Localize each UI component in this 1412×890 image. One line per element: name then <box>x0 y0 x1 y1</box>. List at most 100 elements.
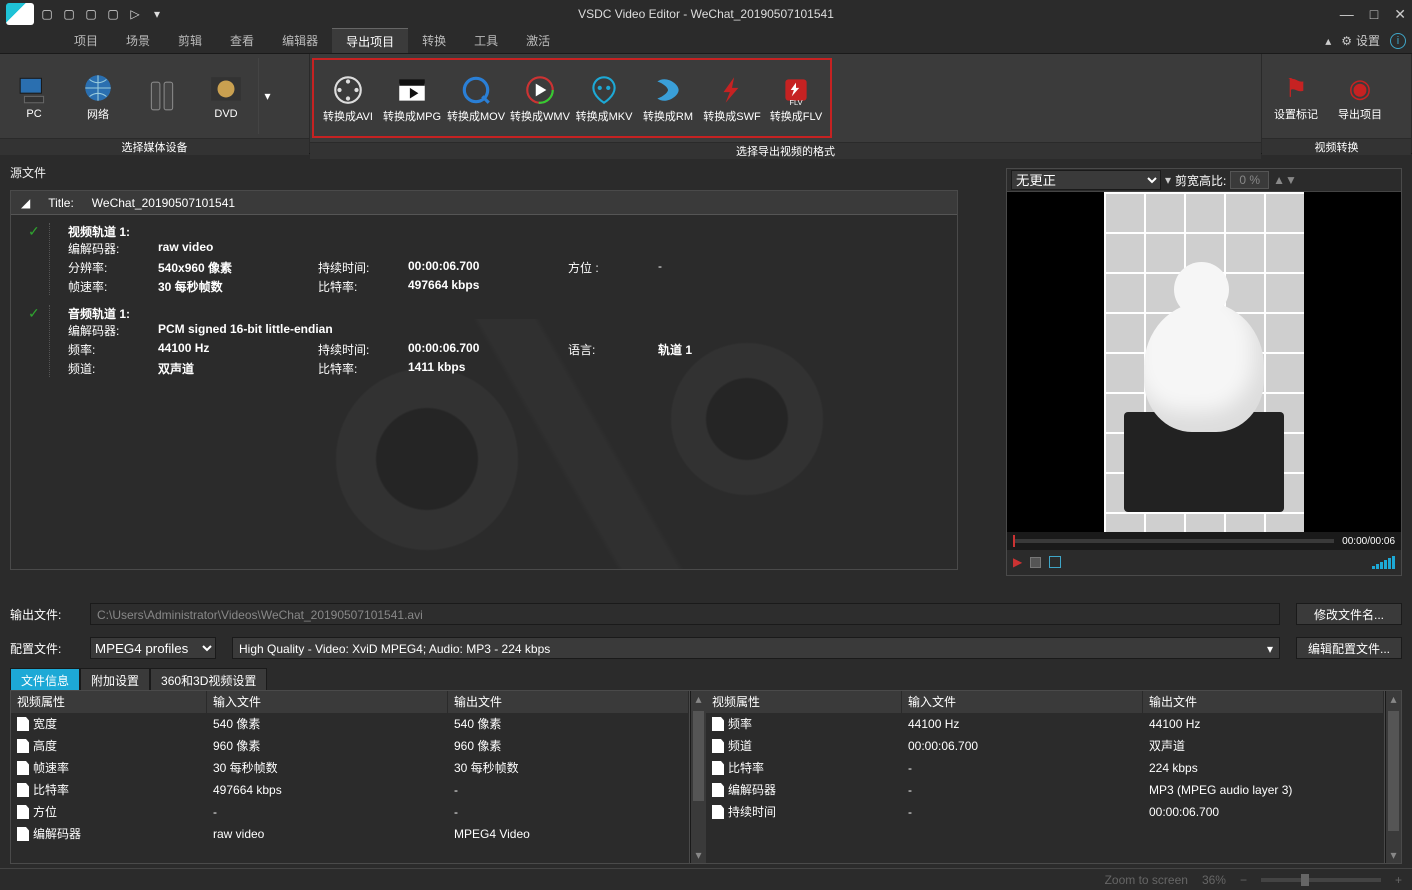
export-icon[interactable]: ▢ <box>106 7 120 21</box>
menu-convert[interactable]: 转换 <box>408 28 460 53</box>
open-icon[interactable]: ▢ <box>62 7 76 21</box>
scrollbar[interactable]: ▴▾ <box>690 691 706 863</box>
page-icon <box>17 805 29 819</box>
output-file-label: 输出文件: <box>10 606 74 623</box>
time-display: 00:00/00:06 <box>1342 536 1395 547</box>
output-config: 输出文件: C:\Users\Administrator\Videos\WeCh… <box>10 600 1402 668</box>
tab-fileinfo[interactable]: 文件信息 <box>10 668 80 692</box>
page-icon <box>712 783 724 797</box>
chevron-up-icon[interactable]: ▴ <box>1325 28 1331 54</box>
format-mpg-button[interactable]: 转换成MPG <box>380 60 444 136</box>
new-icon[interactable]: ▢ <box>40 7 54 21</box>
page-icon <box>712 739 724 753</box>
collapse-icon[interactable]: ◢ <box>21 196 30 210</box>
zoom-value: 36% <box>1202 873 1226 887</box>
tab-3d[interactable]: 360和3D视频设置 <box>150 668 267 692</box>
format-swf-button[interactable]: 转换成SWF <box>700 60 764 136</box>
page-icon <box>17 783 29 797</box>
rename-button[interactable]: 修改文件名... <box>1296 603 1402 625</box>
device-more-dropdown[interactable]: ▾ <box>258 58 276 134</box>
preview-panel: 无更正 ▾ 剪宽高比: 0 % ▲▼ 00:00/00:06 ▶ <box>1006 168 1402 576</box>
wmv-icon <box>520 72 560 108</box>
app-logo-icon <box>6 3 34 25</box>
page-icon <box>17 761 29 775</box>
pc-icon <box>14 72 54 108</box>
format-flv-button[interactable]: FLV转换成FLV <box>764 60 828 136</box>
volume-icon[interactable] <box>1372 556 1395 569</box>
minimize-button[interactable]: — <box>1340 6 1354 23</box>
phone-icon <box>142 78 182 114</box>
ratio-value[interactable]: 0 % <box>1230 171 1269 189</box>
format-wmv-button[interactable]: 转换成WMV <box>508 60 572 136</box>
correction-select[interactable]: 无更正 <box>1011 170 1161 190</box>
source-title-row[interactable]: ◢ Title: WeChat_20190507101541 <box>11 191 957 215</box>
page-icon <box>17 827 29 841</box>
info-tabs: 文件信息 附加设置 360和3D视频设置 <box>10 668 1402 692</box>
device-dvd-button[interactable]: DVD <box>194 58 258 134</box>
format-rm-button[interactable]: 转换成RM <box>636 60 700 136</box>
table-row: 编解码器-MP3 (MPEG audio layer 3) <box>706 779 1384 801</box>
play-icon[interactable]: ▷ <box>128 7 142 21</box>
table-row: 高度960 像素960 像素 <box>11 735 689 757</box>
edit-profile-button[interactable]: 编辑配置文件... <box>1296 637 1402 659</box>
flv-icon: FLV <box>776 72 816 108</box>
chevron-down-icon[interactable]: ▾ <box>1165 173 1171 187</box>
col-output: 输出文件 <box>448 691 689 713</box>
scrollbar[interactable]: ▴▾ <box>1385 691 1401 863</box>
audio-track-head: 音频轨道 1: <box>68 307 130 321</box>
output-path-field[interactable]: C:\Users\Administrator\Videos\WeChat_201… <box>90 603 1280 625</box>
device-pc-button[interactable]: PC <box>2 58 66 134</box>
check-icon: ✓ <box>28 305 40 322</box>
col-input: 输入文件 <box>902 691 1143 713</box>
maximize-button[interactable]: □ <box>1370 6 1378 23</box>
device-web-button[interactable]: 网络 <box>66 58 130 134</box>
settings-button[interactable]: 设置 <box>1341 28 1380 54</box>
zoom-slider[interactable] <box>1261 878 1381 882</box>
statusbar: Zoom to screen 36% − + <box>0 868 1412 890</box>
profile-select[interactable]: MPEG4 profiles <box>90 637 216 659</box>
menu-clip[interactable]: 剪辑 <box>164 28 216 53</box>
quality-select[interactable]: High Quality - Video: XviD MPEG4; Audio:… <box>232 637 1280 659</box>
menu-project[interactable]: 项目 <box>60 28 112 53</box>
menu-editor[interactable]: 编辑器 <box>268 28 332 53</box>
chevron-down-icon[interactable]: ▾ <box>150 7 164 21</box>
menu-scene[interactable]: 场景 <box>112 28 164 53</box>
preview-viewport[interactable] <box>1007 192 1401 532</box>
stepper-icon[interactable]: ▲▼ <box>1273 173 1297 187</box>
zoom-in-icon[interactable]: + <box>1395 873 1402 887</box>
close-button[interactable]: ✕ <box>1394 6 1406 23</box>
preview-timeline[interactable]: 00:00/00:06 <box>1007 532 1401 549</box>
format-mkv-button[interactable]: 转换成MKV <box>572 60 636 136</box>
col-input: 输入文件 <box>207 691 448 713</box>
table-row: 频道00:00:06.700双声道 <box>706 735 1384 757</box>
menu-activate[interactable]: 激活 <box>512 28 564 53</box>
real-icon <box>648 72 688 108</box>
source-area: ◢ Title: WeChat_20190507101541 ✓ 视频轨道 1:… <box>10 190 958 570</box>
config-file-label: 配置文件: <box>10 640 74 657</box>
table-row: 编解码器raw videoMPEG4 Video <box>11 823 689 845</box>
table-row: 比特率497664 kbps- <box>11 779 689 801</box>
video-track-head: 视频轨道 1: <box>68 225 130 239</box>
fullscreen-button[interactable] <box>1049 556 1061 568</box>
info-grid: 视频属性 输入文件 输出文件 宽度540 像素540 像素高度960 像素960… <box>10 690 1402 864</box>
save-icon[interactable]: ▢ <box>84 7 98 21</box>
menu-tools[interactable]: 工具 <box>460 28 512 53</box>
format-mov-button[interactable]: 转换成MOV <box>444 60 508 136</box>
play-button[interactable]: ▶ <box>1013 555 1022 569</box>
device-mobile-button[interactable] <box>130 58 194 134</box>
zoom-label: Zoom to screen <box>1105 873 1188 887</box>
track-tree: ✓ 视频轨道 1: 编解码器:raw video 分辨率:540x960 像素 … <box>11 215 957 395</box>
dvd-icon <box>206 72 246 108</box>
stop-button[interactable] <box>1030 557 1041 568</box>
page-icon <box>712 717 724 731</box>
tab-extra[interactable]: 附加设置 <box>80 668 150 692</box>
title-label: Title: <box>48 196 74 210</box>
menu-export[interactable]: 导出项目 <box>332 28 408 53</box>
export-project-button[interactable]: ◉导出项目 <box>1328 58 1392 134</box>
set-marker-button[interactable]: ⚑设置标记 <box>1264 58 1328 134</box>
format-avi-button[interactable]: 转换成AVI <box>316 60 380 136</box>
menu-view[interactable]: 查看 <box>216 28 268 53</box>
info-icon[interactable]: i <box>1390 33 1406 49</box>
ratio-label: 剪宽高比: <box>1175 172 1226 189</box>
zoom-out-icon[interactable]: − <box>1240 873 1247 887</box>
